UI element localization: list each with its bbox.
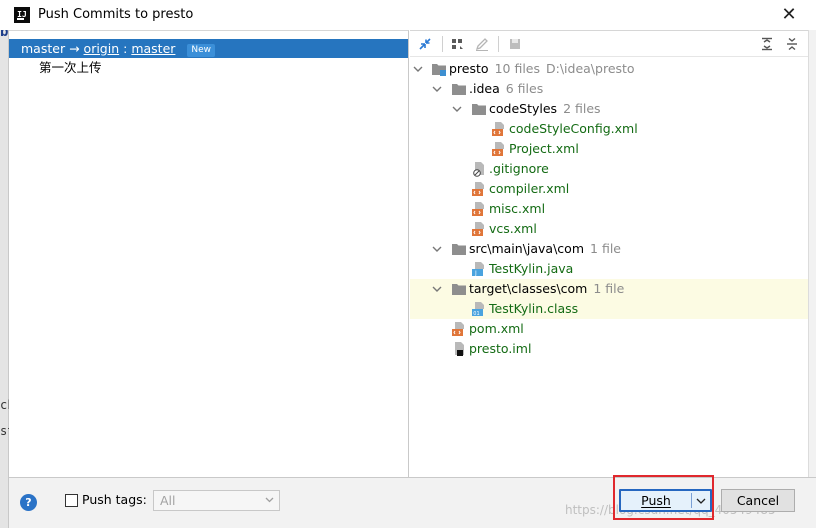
tree-row-file[interactable]: 01 TestKylin.class [410,299,808,319]
file-count: 10 files [494,61,540,76]
tree-label: pom.xml [469,321,524,336]
tree-label: vcs.xml [489,221,537,236]
file-count: 2 files [563,101,601,116]
file-count: 6 files [505,81,544,96]
tree-row-codestyles[interactable]: codeStyles 2 files [410,99,808,119]
xml-file-icon [452,322,464,336]
ignore-file-icon [473,162,484,177]
expand-all-icon[interactable] [759,36,775,52]
tags-dropdown-value: All [160,493,176,508]
tree-label: Project.xml [509,141,579,156]
tree-label: src\main\java\com [469,241,585,256]
push-tags-checkbox[interactable] [65,494,78,507]
help-button[interactable]: ? [20,494,37,511]
target-branch-link[interactable]: master [131,41,175,56]
toolbar-separator [498,36,499,52]
group-by-icon[interactable] [450,36,466,52]
push-commits-dialog: b ck st IJ Push Commits to presto ✕ mast… [0,0,816,528]
tree-label: .idea [469,81,500,96]
class-file-icon: 01 [472,302,484,317]
chevron-down-icon[interactable] [413,65,423,73]
local-branch: master [21,41,66,56]
file-toolbar [410,31,808,57]
tree-row-file[interactable]: vcs.xml [410,219,808,239]
commit-item[interactable]: 第一次上传 [39,59,102,77]
push-button-label: Push [641,493,671,508]
tree-label: .gitignore [489,161,549,176]
push-button[interactable]: Push [619,489,712,512]
close-button[interactable]: ✕ [778,4,800,26]
new-badge: New [187,44,216,57]
tree-row-file[interactable]: Project.xml [410,139,808,159]
svg-text:01: 01 [473,311,479,317]
tree-label: TestKylin.java [489,261,574,276]
tree-label: target\classes\com [469,281,588,296]
tree-label: TestKylin.class [489,301,579,316]
save-icon[interactable] [507,36,523,52]
remote-link[interactable]: origin [84,41,120,56]
xml-file-icon [472,222,484,236]
tree-label: presto [449,61,489,76]
arrow-icon: → [69,41,80,56]
cancel-button[interactable]: Cancel [721,489,795,512]
chevron-down-icon[interactable] [452,105,462,113]
folder-icon [452,244,466,255]
right-edge [808,30,816,477]
tree-label: misc.xml [489,201,546,216]
tree-label: codeStyles [489,101,558,116]
iml-file-icon [455,342,464,356]
push-options-dropdown[interactable] [692,491,710,510]
folder-icon [452,84,466,95]
dialog-footer: ? Push tags: All https://blog.csdn.net/q… [9,475,816,528]
tree-row-package[interactable]: target\classes\com 1 file [410,279,808,299]
chevron-down-icon[interactable] [432,285,442,293]
collapse-all-icon[interactable] [784,36,800,52]
tags-dropdown[interactable]: All [153,490,280,511]
chevron-down-icon[interactable] [432,245,442,253]
branch-separator: : [123,41,128,56]
edit-icon[interactable] [474,36,490,52]
tree-row-file[interactable]: .gitignore [410,159,808,179]
expand-collapse-icon[interactable] [417,36,433,52]
svg-text:J: J [474,270,477,277]
push-tags-label: Push tags: [82,492,147,507]
xml-file-icon [492,122,504,136]
tree-row-file[interactable]: pom.xml [410,319,808,339]
title-bar: IJ Push Commits to presto ✕ [0,0,816,30]
tree-row-file[interactable]: J TestKylin.java [410,259,808,279]
tree-label: presto.iml [469,341,532,356]
xml-file-icon [492,142,504,156]
tree-row-package[interactable]: src\main\java\com 1 file [410,239,808,259]
tree-row-file[interactable]: misc.xml [410,199,808,219]
chevron-down-icon [265,497,274,503]
window-title: Push Commits to presto [38,7,194,22]
file-count: 1 file [593,281,625,296]
toolbar-separator [442,36,443,52]
intellij-idea-icon: IJ [14,7,30,23]
module-folder-icon [432,64,446,76]
changed-files-panel: presto 10 files D:\idea\presto .idea 6 file… [410,30,808,477]
branch-row[interactable]: master → origin : master New [9,39,408,58]
java-file-icon: J [472,262,484,277]
chevron-down-icon[interactable] [432,85,442,93]
xml-file-icon [472,182,484,196]
tree-row-file[interactable]: codeStyleConfig.xml [410,119,808,139]
tree-row-idea[interactable]: .idea 6 files [410,79,808,99]
folder-icon [452,284,466,295]
file-count: 1 file [590,241,621,256]
tree-label: codeStyleConfig.xml [509,121,638,136]
xml-file-icon [472,202,484,216]
commits-panel: master → origin : master New 第一次上传 [9,30,409,477]
tree-row-presto[interactable]: presto 10 files D:\idea\presto [410,59,808,79]
tree-label: compiler.xml [489,181,570,196]
tree-row-file[interactable]: compiler.xml [410,179,808,199]
project-path: D:\idea\presto [546,61,635,76]
background-window-strip: b ck st [0,0,14,528]
tree-row-file[interactable]: presto.iml [410,339,808,359]
folder-icon [472,104,486,115]
